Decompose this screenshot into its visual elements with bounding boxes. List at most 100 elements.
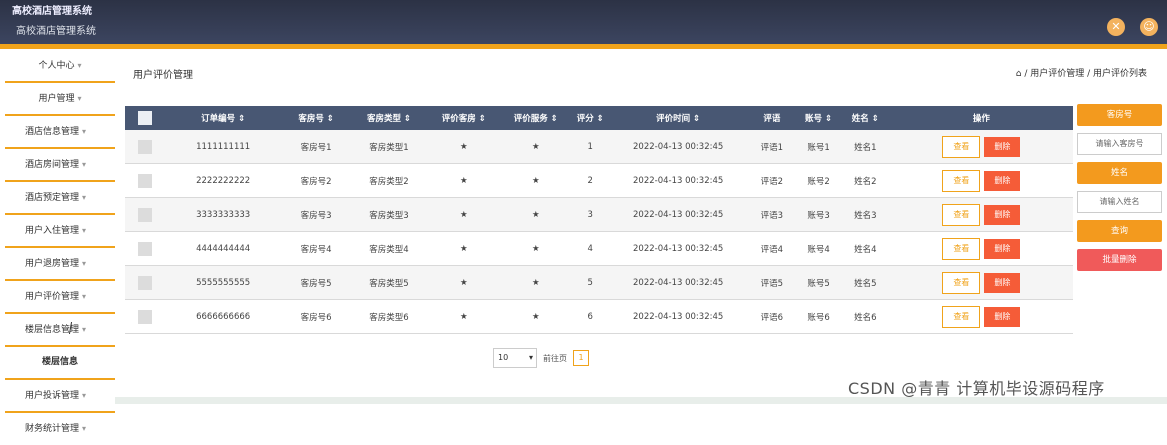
sidebar-subitem-floor-info[interactable]: 楼层信息 [5, 347, 115, 380]
cell-type: 客房类型4 [350, 231, 428, 266]
cell-rate-room: ★ [427, 299, 500, 334]
table-row: 1111111111 客房号1 客房类型1 ★ ★ 1 2022-04-13 00:32:4… [125, 130, 1073, 164]
room-label-button[interactable]: 客房号 [1077, 104, 1162, 126]
view-button[interactable]: 查看 [942, 305, 981, 328]
watermark: CSDN @青青 计算机毕设源码程序 [848, 379, 1105, 398]
name-label-button[interactable]: 姓名 [1077, 162, 1162, 184]
cell-name: 姓名3 [841, 197, 890, 232]
cell-comment: 评语4 [747, 231, 797, 266]
sidebar-item-hotel-info[interactable]: 酒店信息管理 ▾ [5, 116, 115, 149]
header-accent-strip [0, 44, 1167, 49]
cell-rate-service: ★ [499, 299, 572, 334]
table-header-row: 订单编号 ⇕ 客房号 ⇕ 客房类型 ⇕ 评价客房 ⇕ 评价服务 ⇕ 评分 ⇕ 评… [125, 106, 1073, 130]
column-header: 评语 [747, 106, 797, 130]
cell-comment: 评语6 [747, 299, 797, 334]
chevron-down-icon: ▾ [82, 127, 87, 136]
cell-time: 2022-04-13 00:32:45 [608, 299, 748, 334]
row-checkbox[interactable] [125, 197, 165, 232]
search-button[interactable]: 查询 [1077, 220, 1162, 242]
column-header: 操作 [889, 106, 1073, 130]
sidebar-item-label: 用户退房管理 [25, 259, 80, 269]
sidebar-item-finance[interactable]: 财务统计管理 ▾ [5, 413, 115, 444]
row-checkbox[interactable] [125, 163, 165, 198]
chevron-down-icon: ▾ [528, 353, 533, 362]
sidebar-item-checkout[interactable]: 用户退房管理 ▾ [5, 248, 115, 281]
cell-account: 账号4 [796, 231, 841, 266]
sidebar-item-floors[interactable]: 楼层信息管理 ▾ [5, 314, 115, 347]
view-button[interactable]: 查看 [942, 203, 981, 226]
sidebar-item-users[interactable]: 用户管理 ▾ [5, 83, 115, 116]
cell-rate-service: ★ [499, 130, 572, 164]
sidebar-item-complaints[interactable]: 用户投诉管理 ▾ [5, 380, 115, 413]
sidebar-item-label: 个人中心 [38, 61, 75, 71]
delete-button[interactable]: 删除 [984, 204, 1021, 225]
page-number-button[interactable]: 1 [573, 350, 589, 366]
cell-time: 2022-04-13 00:32:45 [608, 197, 748, 232]
search-panel: 客房号 请输入客房号 姓名 请输入姓名 查询 批量删除 [1077, 104, 1162, 278]
cell-actions: 查看 删除 [889, 130, 1073, 164]
cell-time: 2022-04-13 00:32:45 [608, 130, 748, 164]
row-checkbox[interactable] [125, 265, 165, 300]
cell-room: 客房号2 [282, 163, 351, 198]
cell-name: 姓名4 [841, 231, 890, 266]
cell-type: 客房类型2 [350, 163, 428, 198]
cell-type: 客房类型3 [350, 197, 428, 232]
chevron-down-icon: ▾ [82, 193, 87, 202]
app-subtitle: 高校酒店管理系统 [16, 26, 96, 37]
column-header[interactable]: 评价客房 ⇕ [427, 106, 500, 130]
delete-button[interactable]: 删除 [984, 306, 1021, 327]
column-header[interactable]: 客房号 ⇕ [282, 106, 351, 130]
cell-account: 账号2 [796, 163, 841, 198]
sidebar-item-rooms[interactable]: 酒店房间管理 ▾ [5, 149, 115, 182]
pagination: 10 ▾ 前往页 1 [493, 348, 589, 368]
sidebar-item-booking[interactable]: 酒店预定管理 ▾ [5, 182, 115, 215]
column-header[interactable]: 客房类型 ⇕ [350, 106, 428, 130]
cell-comment: 评语2 [747, 163, 797, 198]
cell-room: 客房号6 [282, 299, 351, 334]
cell-time: 2022-04-13 00:32:45 [608, 231, 748, 266]
view-button[interactable]: 查看 [942, 237, 981, 260]
user-icon[interactable]: ☺ [1140, 18, 1158, 36]
home-icon[interactable]: ⌂ [1016, 69, 1022, 79]
delete-button[interactable]: 删除 [984, 136, 1021, 157]
row-checkbox[interactable] [125, 130, 165, 164]
sidebar-item-checkin[interactable]: 用户入住管理 ▾ [5, 215, 115, 248]
view-button[interactable]: 查看 [942, 169, 981, 192]
select-all-checkbox[interactable] [125, 106, 165, 130]
view-button[interactable]: 查看 [942, 271, 981, 294]
chevron-down-icon: ▾ [82, 292, 87, 301]
name-search-input[interactable]: 请输入姓名 [1077, 191, 1162, 213]
table-row: 6666666666 客房号6 客房类型6 ★ ★ 6 2022-04-13 00:32:4… [125, 299, 1073, 334]
column-header[interactable]: 评分 ⇕ [571, 106, 609, 130]
sidebar-item-profile[interactable]: 个人中心 ▾ [5, 50, 115, 83]
view-button[interactable]: 查看 [942, 135, 981, 158]
sidebar-subitem-label: 楼层信息 [41, 357, 78, 367]
sidebar-item-label: 酒店信息管理 [25, 127, 80, 137]
page-size-select[interactable]: 10 ▾ [493, 348, 537, 368]
row-checkbox[interactable] [125, 299, 165, 334]
page-title: 用户评价管理 [133, 70, 193, 81]
delete-button[interactable]: 删除 [984, 170, 1021, 191]
column-header[interactable]: 账号 ⇕ [796, 106, 841, 130]
footer-strip [115, 397, 1167, 404]
cell-rate-service: ★ [499, 197, 572, 232]
cell-actions: 查看 删除 [889, 265, 1073, 300]
cell-order: 2222222222 [164, 163, 283, 198]
column-header[interactable]: 订单编号 ⇕ [164, 106, 283, 130]
delete-button[interactable]: 删除 [984, 272, 1021, 293]
sidebar-item-label: 酒店预定管理 [25, 193, 80, 203]
cell-type: 客房类型6 [350, 299, 428, 334]
sidebar-item-reviews[interactable]: 用户评价管理 ▾ [5, 281, 115, 314]
cell-time: 2022-04-13 00:32:45 [608, 265, 748, 300]
sidebar-item-label: 用户管理 [38, 94, 75, 104]
cell-score: 3 [571, 197, 609, 232]
column-header[interactable]: 评价服务 ⇕ [499, 106, 572, 130]
column-header[interactable]: 评价时间 ⇕ [608, 106, 748, 130]
room-search-input[interactable]: 请输入客房号 [1077, 133, 1162, 155]
batch-delete-button[interactable]: 批量删除 [1077, 249, 1162, 271]
column-header[interactable]: 姓名 ⇕ [841, 106, 890, 130]
delete-button[interactable]: 删除 [984, 238, 1021, 259]
close-icon[interactable]: ✕ [1107, 18, 1125, 36]
row-checkbox[interactable] [125, 231, 165, 266]
chevron-down-icon: ▾ [77, 94, 82, 103]
